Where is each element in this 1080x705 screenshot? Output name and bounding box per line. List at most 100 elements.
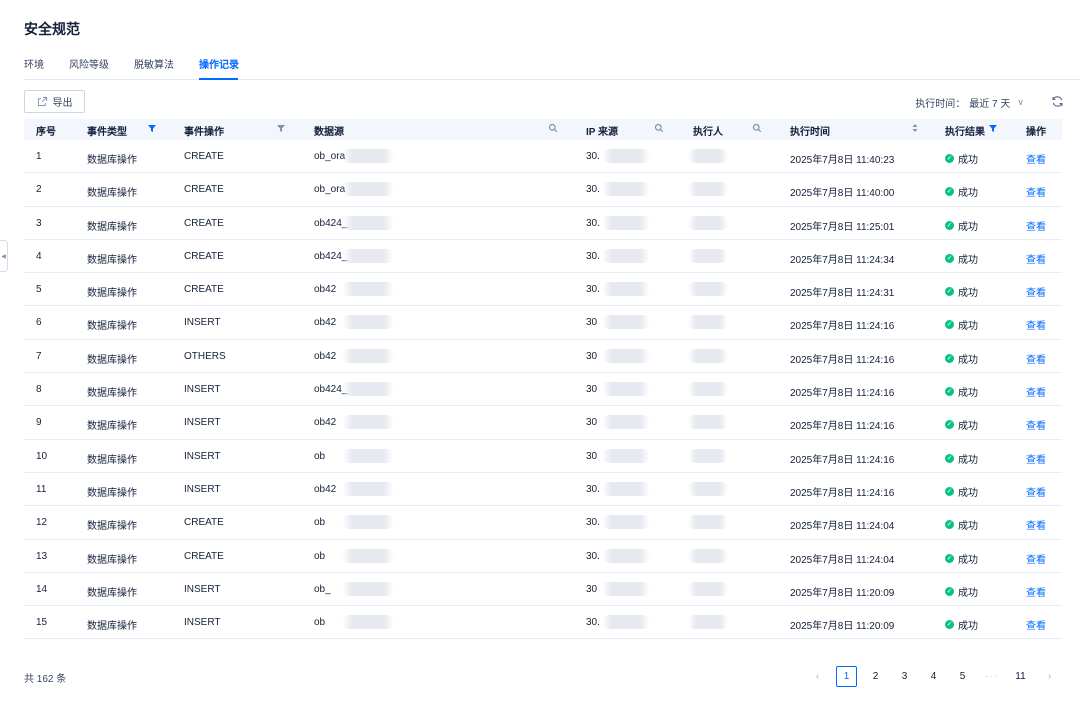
- row-status: ✓ 成功: [945, 151, 978, 166]
- next-page-icon[interactable]: ›: [1039, 666, 1060, 687]
- row-index: 15: [36, 617, 48, 629]
- masked-text: [688, 215, 728, 230]
- row-status: ✓ 成功: [945, 251, 978, 266]
- search-icon[interactable]: [654, 123, 664, 133]
- view-link[interactable]: 查看: [1026, 251, 1046, 266]
- filter-icon[interactable]: [147, 123, 157, 133]
- row-event-type: 数据库操作: [87, 621, 137, 633]
- tab-masking-algorithm[interactable]: 脱敏算法: [134, 56, 174, 71]
- view-link[interactable]: 查看: [1026, 351, 1046, 366]
- row-event-op: INSERT: [184, 583, 221, 595]
- tab-operation-records[interactable]: 操作记录: [199, 56, 239, 71]
- row-exec-time: 2025年7月8日 11:24:16: [790, 321, 895, 333]
- sort-icon[interactable]: [910, 123, 920, 133]
- row-exec-time: 2025年7月8日 11:24:16: [790, 487, 895, 499]
- view-link[interactable]: 查看: [1026, 184, 1046, 199]
- col-datasource: 数据源: [314, 127, 344, 138]
- check-circle-icon: ✓: [945, 253, 954, 263]
- view-link[interactable]: 查看: [1026, 384, 1046, 399]
- page-button-4[interactable]: 4: [923, 666, 944, 687]
- masked-text: [602, 182, 650, 197]
- search-icon[interactable]: [752, 123, 762, 133]
- tab-risk-level[interactable]: 风险等级: [69, 56, 109, 71]
- prev-page-icon[interactable]: ‹: [807, 666, 828, 687]
- view-link[interactable]: 查看: [1026, 451, 1046, 466]
- view-link[interactable]: 查看: [1026, 284, 1046, 299]
- table-row: 10 数据库操作 INSERT ob 30 2025年7月8日 11:24:16 ✓ 成功 查看: [24, 440, 1062, 473]
- row-ip-source: 30: [586, 350, 598, 362]
- check-circle-icon: ✓: [945, 353, 954, 363]
- row-index: 10: [36, 450, 48, 462]
- row-event-op: INSERT: [184, 417, 221, 429]
- table-row: 7 数据库操作 OTHERS ob42 30 2025年7月8日 11:24:16 ✓ 成功 查…: [24, 340, 1062, 374]
- row-ip-source: 30.: [586, 184, 600, 196]
- masked-text: [342, 581, 394, 596]
- masked-text: [688, 315, 728, 330]
- chevron-down-icon: ∨: [1017, 97, 1024, 107]
- masked-text: [602, 481, 650, 496]
- masked-text: [688, 581, 728, 596]
- check-circle-icon: ✓: [945, 387, 954, 397]
- status-text: 成功: [958, 554, 978, 566]
- page-ellipsis[interactable]: ···: [981, 666, 1002, 687]
- row-event-type: 数据库操作: [87, 321, 137, 333]
- view-link[interactable]: 查看: [1026, 517, 1046, 532]
- collapse-handle[interactable]: ◀: [0, 240, 8, 272]
- row-exec-time: 2025年7月8日 11:24:04: [790, 554, 895, 566]
- row-ip-source: 30.: [586, 483, 600, 495]
- check-circle-icon: ✓: [945, 586, 954, 596]
- row-event-type: 数据库操作: [87, 155, 137, 166]
- row-datasource: ob: [314, 450, 326, 462]
- col-index: 序号: [36, 127, 56, 138]
- view-link[interactable]: 查看: [1026, 417, 1046, 432]
- row-datasource: ob_ora: [314, 184, 346, 196]
- masked-text: [602, 315, 650, 330]
- row-ip-source: 30.: [586, 217, 600, 229]
- page-button-3[interactable]: 3: [894, 666, 915, 687]
- row-event-op: CREATE: [184, 184, 224, 196]
- check-circle-icon: ✓: [945, 154, 954, 163]
- row-event-op: OTHERS: [184, 350, 226, 362]
- col-executor: 执行人: [693, 127, 723, 138]
- page-button-5[interactable]: 5: [952, 666, 973, 687]
- row-event-type: 数据库操作: [87, 421, 137, 433]
- page-button-11[interactable]: 11: [1010, 666, 1031, 687]
- view-link[interactable]: 查看: [1026, 317, 1046, 332]
- filter-icon[interactable]: [988, 123, 998, 133]
- view-link[interactable]: 查看: [1026, 617, 1046, 632]
- row-event-type: 数据库操作: [87, 254, 137, 266]
- masked-text: [342, 415, 394, 430]
- row-event-type: 数据库操作: [87, 554, 137, 566]
- filter-icon[interactable]: [276, 123, 286, 133]
- view-link[interactable]: 查看: [1026, 551, 1046, 566]
- page-button-2[interactable]: 2: [865, 666, 886, 687]
- view-link[interactable]: 查看: [1026, 151, 1046, 166]
- masked-text: [688, 448, 728, 463]
- row-event-type: 数据库操作: [87, 521, 137, 533]
- masked-text: [602, 382, 650, 397]
- page-button-1[interactable]: 1: [836, 666, 857, 687]
- row-event-op: INSERT: [184, 450, 221, 462]
- row-datasource: ob42: [314, 284, 337, 296]
- view-link[interactable]: 查看: [1026, 484, 1046, 499]
- view-link[interactable]: 查看: [1026, 584, 1046, 599]
- row-index: 12: [36, 517, 48, 529]
- row-status: ✓ 成功: [945, 184, 978, 199]
- tab-environment[interactable]: 环境: [24, 56, 44, 71]
- masked-text: [602, 248, 650, 263]
- refresh-icon[interactable]: [1051, 95, 1064, 108]
- export-button[interactable]: 导出: [24, 90, 85, 113]
- row-status: ✓ 成功: [945, 584, 978, 599]
- row-exec-time: 2025年7月8日 11:40:23: [790, 155, 895, 166]
- status-text: 成功: [958, 621, 978, 633]
- view-link[interactable]: 查看: [1026, 218, 1046, 233]
- check-circle-icon: ✓: [945, 553, 954, 563]
- search-icon[interactable]: [548, 123, 558, 133]
- check-circle-icon: ✓: [945, 486, 954, 496]
- masked-text: [602, 415, 650, 430]
- row-datasource: ob42: [314, 317, 337, 329]
- masked-text: [602, 215, 650, 230]
- masked-text: [602, 581, 650, 596]
- row-exec-time: 2025年7月8日 11:24:16: [790, 354, 895, 366]
- time-filter-select[interactable]: 执行时间： 最近 7 天 ∨: [915, 95, 1024, 110]
